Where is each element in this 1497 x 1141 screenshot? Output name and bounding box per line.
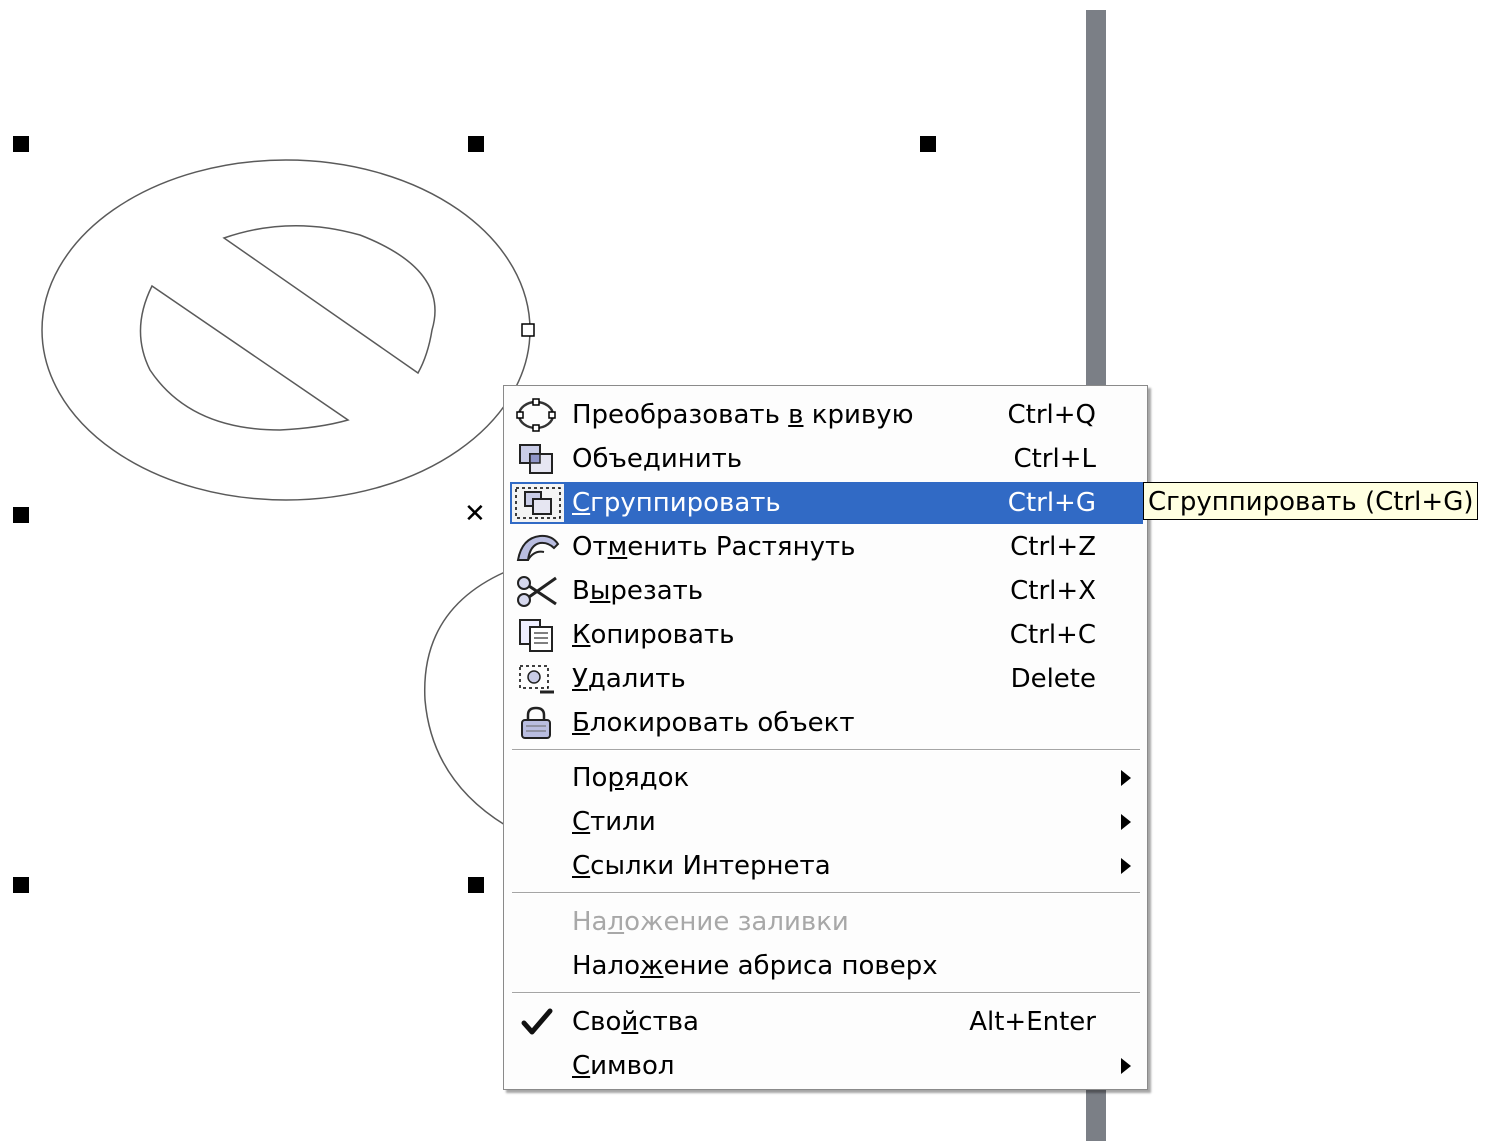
selection-handle-bottom-left[interactable] (13, 877, 29, 893)
menu-item-label: Стили (572, 807, 656, 837)
menu-item-label: Объединить (572, 444, 743, 474)
menu-item-lock-object[interactable]: Блокировать объект (510, 702, 1143, 744)
menu-item-shortcut: Ctrl+Q (1007, 400, 1096, 430)
delete-icon (514, 662, 562, 696)
submenu-arrow-icon (1121, 770, 1131, 786)
menu-item-label: Порядок (572, 763, 690, 793)
menu-item-convert-to-curves[interactable]: Преобразовать в кривую Ctrl+Q (510, 394, 1143, 436)
menu-separator (512, 749, 1140, 751)
menu-item-label: Сгруппировать (572, 488, 781, 518)
context-menu: Преобразовать в кривую Ctrl+Q Объединить… (503, 385, 1148, 1090)
menu-item-label: Символ (572, 1051, 675, 1081)
menu-item-label: Ссылки Интернета (572, 851, 831, 881)
menu-item-delete[interactable]: Удалить Delete (510, 658, 1143, 700)
center-cross-icon[interactable]: ✕ (464, 500, 486, 528)
group-icon (512, 484, 564, 522)
menu-item-label: Вырезать (572, 576, 704, 606)
submenu-arrow-icon (1121, 858, 1131, 874)
menu-item-group[interactable]: Сгруппировать Ctrl+G (510, 482, 1143, 524)
selection-handle-bottom-middle[interactable] (468, 877, 484, 893)
submenu-arrow-icon (1121, 1058, 1131, 1074)
menu-item-shortcut: Ctrl+L (1013, 444, 1096, 474)
menu-item-label: Отменить Растянуть (572, 532, 856, 562)
undo-stretch-icon (514, 530, 562, 564)
menu-item-combine[interactable]: Объединить Ctrl+L (510, 438, 1143, 480)
checkmark-icon (514, 1005, 562, 1039)
lower-segment-shape[interactable] (139, 284, 350, 431)
menu-item-overprint-outline[interactable]: Наложение абриса поверх (510, 945, 1143, 987)
menu-item-shortcut: Ctrl+G (1007, 488, 1096, 518)
copy-icon (514, 618, 562, 652)
selection-handle-top-middle[interactable] (468, 136, 484, 152)
menu-item-label: Копировать (572, 620, 735, 650)
menu-item-shortcut: Alt+Enter (969, 1007, 1096, 1037)
menu-item-label: Свойства (572, 1007, 699, 1037)
menu-separator (512, 892, 1140, 894)
ellipse-shape[interactable] (41, 159, 531, 501)
convert-to-curves-icon (514, 398, 562, 432)
menu-item-cut[interactable]: Вырезать Ctrl+X (510, 570, 1143, 612)
lock-icon (514, 706, 562, 740)
combine-icon (514, 442, 562, 476)
submenu-arrow-icon (1121, 814, 1131, 830)
menu-item-styles[interactable]: Стили (510, 801, 1143, 843)
menu-item-label: Наложение абриса поверх (572, 951, 938, 981)
menu-item-shortcut: Ctrl+X (1010, 576, 1096, 606)
upper-segment-shape[interactable] (222, 225, 436, 375)
scissors-icon (514, 574, 562, 608)
menu-item-undo-stretch[interactable]: Отменить Растянуть Ctrl+Z (510, 526, 1143, 568)
menu-item-label: Наложение заливки (572, 907, 849, 937)
menu-item-label: Удалить (572, 664, 686, 694)
menu-separator (512, 992, 1140, 994)
selection-handle-top-right[interactable] (920, 136, 936, 152)
selection-handle-middle-left[interactable] (13, 507, 29, 523)
menu-item-internet-links[interactable]: Ссылки Интернета (510, 845, 1143, 887)
menu-item-symbol[interactable]: Символ (510, 1045, 1143, 1087)
menu-item-shortcut: Ctrl+Z (1010, 532, 1096, 562)
menu-item-overprint-fill: Наложение заливки (510, 901, 1143, 943)
arc-shape[interactable] (423, 571, 506, 826)
menu-item-label: Преобразовать в кривую (572, 400, 914, 430)
menu-item-label: Блокировать объект (572, 708, 855, 738)
menu-item-properties[interactable]: Свойства Alt+Enter (510, 1001, 1143, 1043)
menu-item-order[interactable]: Порядок (510, 757, 1143, 799)
selection-handle-top-left[interactable] (13, 136, 29, 152)
menu-item-shortcut: Delete (1010, 664, 1096, 694)
tooltip: Сгруппировать (Ctrl+G) (1143, 482, 1479, 520)
node-handle[interactable] (521, 323, 535, 337)
menu-item-copy[interactable]: Копировать Ctrl+C (510, 614, 1143, 656)
menu-item-shortcut: Ctrl+C (1009, 620, 1096, 650)
